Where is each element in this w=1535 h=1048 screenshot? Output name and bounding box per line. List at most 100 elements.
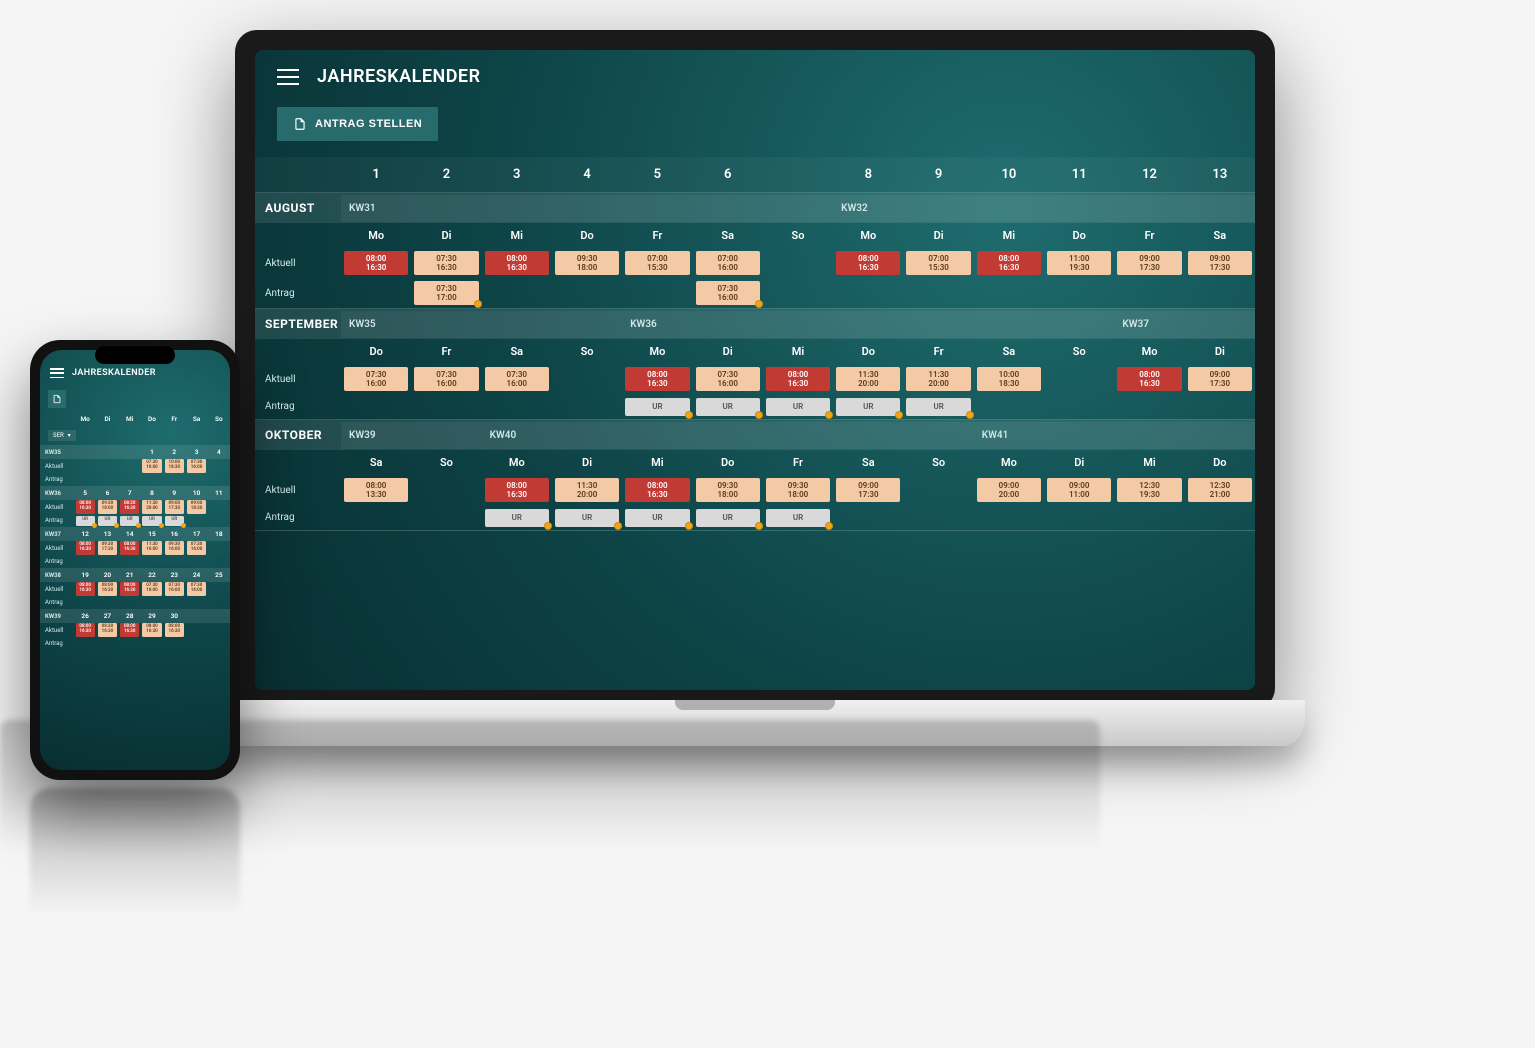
shift-chip[interactable]: 11:0019:30 [1047,251,1111,275]
shift-chip[interactable]: 07:3016:00 [485,367,549,391]
shift-chip[interactable]: 12:3019:30 [1117,478,1181,502]
shift-cell: 07:3016:00 [185,459,207,473]
shift-chip[interactable]: UR [165,516,184,526]
shift-chip[interactable]: UR [485,509,549,527]
shift-chip[interactable]: 07:3016:00 [696,281,760,305]
shift-chip[interactable]: 11:3020:00 [836,367,900,391]
weekday-label: Mi [482,223,552,248]
shift-chip[interactable]: UR [120,516,139,526]
shift-chip[interactable]: 11:3020:00 [906,367,970,391]
weekday-label: Di [693,339,763,364]
shift-chip[interactable]: 07:3016:00 [414,367,478,391]
shift-chip[interactable]: 09:0011:00 [1047,478,1111,502]
phone-request-row: Antrag [40,555,230,568]
shift-chip[interactable]: 11:3020:00 [142,500,161,514]
shift-cell: 07:3017:00 [411,281,481,305]
weekday-label: Mi [119,412,141,426]
shift-chip[interactable]: 11:3020:00 [555,478,619,502]
phone-create-request-button[interactable] [48,390,66,408]
shift-chip[interactable]: 09:0017:30 [836,478,900,502]
shift-chip[interactable]: 09:3017:30 [98,541,117,555]
current-schedule-row: Aktuell 08:0016:30 07:3016:30 08:0016:30… [255,248,1255,278]
shift-chip[interactable]: UR [836,398,900,416]
phone-filter-select[interactable]: SER [48,430,76,441]
shift-chip[interactable]: 07:3017:00 [414,281,478,305]
shift-chip[interactable]: 08:0016:30 [98,582,117,596]
shift-chip[interactable]: 09:0017:30 [1188,251,1252,275]
shift-chip[interactable]: 08:0016:30 [485,251,549,275]
row-label-aktuell: Aktuell [255,481,341,500]
shift-chip[interactable]: UR [766,509,830,527]
shift-chip[interactable]: 07:3016:00 [187,582,206,596]
shift-chip[interactable]: 12:3021:00 [1188,478,1252,502]
shift-chip[interactable]: 08:0016:30 [344,251,408,275]
shift-chip[interactable]: 09:0018:30 [187,500,206,514]
calendar-week-label: KW35 [341,311,622,338]
shift-chip[interactable]: 09:3018:00 [555,251,619,275]
hamburger-menu-icon[interactable] [277,69,299,85]
shift-chip[interactable]: 08:2016:30 [120,500,139,514]
shift-chip[interactable]: 08:0016:30 [120,541,139,555]
shift-chip[interactable]: UR [625,398,689,416]
shift-chip[interactable]: 08:0013:30 [344,478,408,502]
shift-chip[interactable]: 09:3018:00 [696,478,760,502]
shift-chip[interactable]: 10:0018:30 [977,367,1041,391]
shift-chip[interactable]: 08:0016:30 [836,251,900,275]
shift-chip[interactable]: 09:0017:30 [1117,251,1181,275]
shift-chip[interactable]: UR [696,509,760,527]
shift-chip[interactable]: UR [625,509,689,527]
shift-chip[interactable]: 09:0020:00 [977,478,1041,502]
shift-chip[interactable]: 08:0016:30 [766,367,830,391]
shift-chip[interactable]: 08:0016:30 [977,251,1041,275]
shift-chip[interactable]: UR [555,509,619,527]
shift-chip[interactable]: 09:3018:00 [766,478,830,502]
shift-chip[interactable]: UR [906,398,970,416]
shift-chip[interactable]: 08:0016:30 [76,582,95,596]
shift-chip[interactable]: 07:0016:00 [696,251,760,275]
shift-chip[interactable]: UR [98,516,117,526]
shift-chip[interactable]: 08:0016:30 [142,623,161,637]
shift-cell: 07:0015:30 [622,251,692,275]
page-title: JAHRESKALENDER [317,66,481,87]
shift-chip[interactable]: 08:0016:30 [76,623,95,637]
shift-chip[interactable]: 09:3018:00 [98,500,117,514]
shift-chip[interactable]: 08:3016:30 [98,623,117,637]
shift-chip[interactable]: 07:3016:00 [696,367,760,391]
phone-hamburger-menu-icon[interactable] [50,368,64,378]
request-row: Antrag UR UR UR UR UR [255,505,1255,530]
shift-chip[interactable]: 07:3016:00 [187,541,206,555]
shift-chip[interactable]: 10:0018:30 [165,459,184,473]
shift-chip[interactable]: 08:0016:30 [120,582,139,596]
shift-chip[interactable]: 08:0016:30 [165,623,184,637]
shift-chip[interactable]: 07:3016:30 [414,251,478,275]
shift-chip[interactable]: 09:0017:30 [165,500,184,514]
shift-chip[interactable]: UR [142,516,161,526]
shift-chip[interactable]: 07:0015:30 [625,251,689,275]
shift-chip[interactable]: 07:3016:00 [142,582,161,596]
shift-chip[interactable]: 07:3016:00 [344,367,408,391]
shift-chip[interactable]: 08:0016:30 [625,478,689,502]
shift-chip[interactable]: 08:0016:30 [625,367,689,391]
shift-chip[interactable]: 07:3016:00 [142,459,161,473]
shift-chip[interactable]: 07:0015:30 [906,251,970,275]
shift-chip[interactable]: UR [76,516,95,526]
shift-chip[interactable]: 08:0016:30 [485,478,549,502]
weekday-label: Fr [622,223,692,248]
phone-current-row: Aktuell08:0016:3008:3016:3008:0016:3008:… [40,623,230,637]
shift-chip[interactable]: UR [696,398,760,416]
shift-chip[interactable]: 08:0016:30 [76,500,95,514]
shift-chip[interactable]: 09:0017:30 [1188,367,1252,391]
shift-cell: 08:0016:30 [74,500,96,514]
shift-chip[interactable]: UR [766,398,830,416]
weekday-label: Mo [341,223,411,248]
laptop-screen: JAHRESKALENDER ANTRAG STELLEN 1234568910… [235,30,1275,710]
shift-chip[interactable]: 07:3016:00 [165,582,184,596]
weekday-label: Sa [693,223,763,248]
shift-chip[interactable]: 11:3016:00 [142,541,161,555]
shift-chip[interactable]: 09:3016:00 [165,541,184,555]
shift-chip[interactable]: 08:0016:30 [76,541,95,555]
shift-chip[interactable]: 07:3016:00 [187,459,206,473]
shift-chip[interactable]: 08:0016:30 [1117,367,1181,391]
create-request-button[interactable]: ANTRAG STELLEN [277,107,438,141]
shift-chip[interactable]: 08:0016:30 [120,623,139,637]
